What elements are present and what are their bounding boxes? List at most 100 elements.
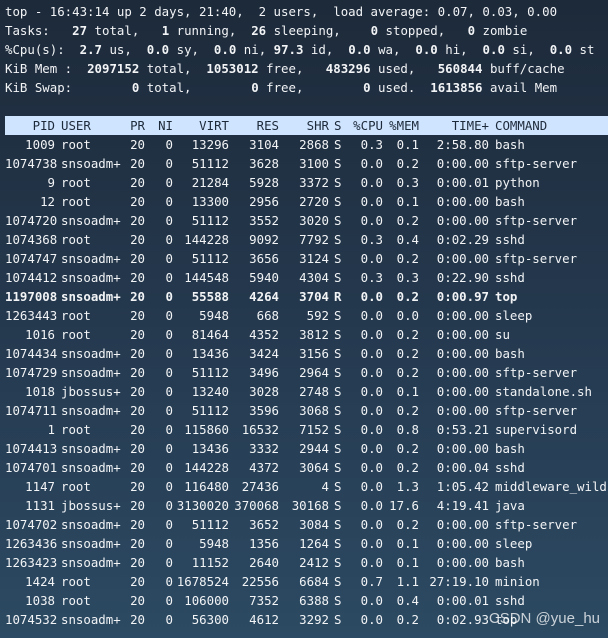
cell-mem: 0.2 <box>396 403 419 418</box>
cell-res: 22556 <box>241 574 279 589</box>
cell-res: 3028 <box>249 384 279 399</box>
cell-ni: 0 <box>165 612 173 627</box>
cell-shr: 3704 <box>299 289 329 304</box>
process-row[interactable]: 1074701 snsoadm+ 20 0 144228 4372 3064 S 0.0 0.2 0… <box>5 458 608 477</box>
process-row[interactable]: 1074702 snsoadm+ 20 0 51112 3652 3084 S 0.0 0.2 0:… <box>5 515 608 534</box>
cell-ni: 0 <box>165 251 173 266</box>
mem-total-value: 2097152 <box>87 61 140 76</box>
col-header-res[interactable]: RES <box>229 116 279 135</box>
cell-mem: 0.0 <box>396 308 419 323</box>
process-row[interactable]: 1074747 snsoadm+ 20 0 51112 3656 3124 S 0.0 0.2 0:… <box>5 249 608 268</box>
cpu-label: %Cpu(s): <box>5 42 65 57</box>
cell-mem: 0.2 <box>396 251 419 266</box>
tasks-zombie-value: 0 <box>467 23 476 38</box>
cell-pid: 1074412 <box>5 270 58 285</box>
cell-mem: 0.1 <box>396 194 419 209</box>
col-header-virt[interactable]: VIRT <box>173 116 229 135</box>
process-row[interactable]: 1074368 root 20 0 144228 9092 7792 S 0.3 0.4 0:02.… <box>5 230 608 249</box>
cell-time: 0:00.00 <box>436 327 489 342</box>
col-header-command[interactable]: COMMAND <box>495 116 547 135</box>
process-row[interactable]: 1074729 snsoadm+ 20 0 51112 3496 2964 S 0.0 0.2 0:… <box>5 363 608 382</box>
cell-pid: 1009 <box>25 137 55 152</box>
process-row[interactable]: 9 root 20 0 21284 5928 3372 S 0.0 0.3 0:00.01 pytho… <box>5 173 608 192</box>
cell-shr: 3124 <box>299 251 329 266</box>
col-header-pid[interactable]: PID <box>5 116 55 135</box>
cell-res: 4352 <box>249 327 279 342</box>
cell-mem: 0.1 <box>396 384 419 399</box>
process-row[interactable]: 1197008 snsoadm+ 20 0 55588 4264 3704 R 0.0 0.2 0:… <box>5 287 608 306</box>
cell-user: root <box>61 422 91 437</box>
mem-free-value: 1053012 <box>206 61 259 76</box>
cell-cpu: 0.0 <box>360 308 383 323</box>
process-table-header: PID USER PR NI VIRT RES SHR S %CPU %MEM … <box>5 116 608 135</box>
process-row[interactable]: 1263436 snsoadm+ 20 0 5948 1356 1264 S 0.0 0.1 0:0… <box>5 534 608 553</box>
process-row[interactable]: 1074413 snsoadm+ 20 0 13436 3332 2944 S 0.0 0.2 0:… <box>5 439 608 458</box>
cell-time: 0:00.00 <box>436 194 489 209</box>
cell-user: snsoadm+ <box>61 270 121 285</box>
process-row[interactable]: 1 root 20 0 115860 16532 7152 S 0.0 0.8 0:53.21 sup… <box>5 420 608 439</box>
cell-cpu: 0.0 <box>360 517 383 532</box>
cell-virt: 51112 <box>191 365 229 380</box>
cell-cpu: 0.0 <box>360 384 383 399</box>
mem-free-label: free, <box>258 61 304 76</box>
cell-res: 3596 <box>249 403 279 418</box>
process-row[interactable]: 12 root 20 0 13300 2956 2720 S 0.0 0.1 0:00.00 bash <box>5 192 608 211</box>
uptime-line: top - 16:43:14 up 2 days, 21:40, 2 users… <box>5 4 558 19</box>
process-row[interactable]: 1074720 snsoadm+ 20 0 51112 3552 3020 S 0.0 0.2 0:… <box>5 211 608 230</box>
cell-cpu: 0.0 <box>360 441 383 456</box>
process-row[interactable]: 1016 root 20 0 81464 4352 3812 S 0.0 0.2 0:00.00 su <box>5 325 608 344</box>
cell-user: root <box>61 194 91 209</box>
process-row[interactable]: 1263443 root 20 0 5948 668 592 S 0.0 0.0 0:00.00 sl… <box>5 306 608 325</box>
process-row[interactable]: 1074738 snsoadm+ 20 0 51112 3628 3100 S 0.0 0.2 0:… <box>5 154 608 173</box>
cell-cpu: 0.0 <box>360 555 383 570</box>
process-row[interactable]: 1038 root 20 0 106000 7352 6388 S 0.0 0.4 0:00.01 s… <box>5 591 608 610</box>
cell-pid: 1074368 <box>5 232 58 247</box>
tasks-sleeping-label: sleeping, <box>266 23 341 38</box>
cell-command: sftp-server <box>495 213 578 228</box>
cell-cpu: 0.3 <box>360 270 383 285</box>
swap-free-value: 0 <box>251 80 259 95</box>
cell-pr: 20 <box>130 517 145 532</box>
process-row[interactable]: 1074434 snsoadm+ 20 0 13436 3424 3156 S 0.0 0.2 0:… <box>5 344 608 363</box>
cell-command: sftp-server <box>495 365 578 380</box>
cell-time: 0:00.00 <box>436 156 489 171</box>
watermark: CSDN @yue_hu <box>488 610 600 627</box>
cell-virt: 13240 <box>191 384 229 399</box>
tasks-stopped-value: 0 <box>370 23 379 38</box>
cell-cpu: 0.0 <box>360 365 383 380</box>
cell-ni: 0 <box>165 289 173 304</box>
cell-cpu: 0.0 <box>360 213 383 228</box>
terminal-window[interactable]: top - 16:43:14 up 2 days, 21:40, 2 users… <box>0 0 608 638</box>
cpu-id-value: 97.3 <box>273 42 304 57</box>
col-header-shr[interactable]: SHR <box>279 116 329 135</box>
cell-ni: 0 <box>165 327 173 342</box>
cell-pr: 20 <box>130 574 145 589</box>
cell-ni: 0 <box>165 460 173 475</box>
cell-pr: 20 <box>130 194 145 209</box>
process-row[interactable]: 1074711 snsoadm+ 20 0 51112 3596 3068 S 0.0 0.2 0:… <box>5 401 608 420</box>
cell-res: 16532 <box>241 422 279 437</box>
col-header-user[interactable]: USER <box>61 116 91 135</box>
process-row[interactable]: 1074412 snsoadm+ 20 0 144548 5940 4304 S 0.3 0.3 0… <box>5 268 608 287</box>
tasks-total-value: 27 <box>72 23 88 38</box>
cell-res: 3332 <box>249 441 279 456</box>
cell-mem: 0.2 <box>396 517 419 532</box>
process-row[interactable]: 1009 root 20 0 13296 3104 2868 S 0.3 0.1 2:58.80 ba… <box>5 135 608 154</box>
cell-pr: 20 <box>130 612 145 627</box>
col-header-time[interactable]: TIME+ <box>419 116 489 135</box>
cell-time: 0:00.00 <box>436 555 489 570</box>
process-row[interactable]: 1018 jbossus+ 20 0 13240 3028 2748 S 0.0 0.1 0:00.… <box>5 382 608 401</box>
process-row[interactable]: 1147 root 20 0 116480 27436 4 S 0.0 1.3 1:05.42 mid… <box>5 477 608 496</box>
cell-time: 2:58.80 <box>436 137 489 152</box>
col-header-cpu[interactable]: %CPU <box>341 116 383 135</box>
swap-free-label: free, <box>258 80 304 95</box>
col-header-pr[interactable]: PR <box>120 116 145 135</box>
cell-command: java <box>495 498 525 513</box>
col-header-ni[interactable]: NI <box>151 116 173 135</box>
cell-time: 0:02.29 <box>436 232 489 247</box>
cell-time: 0:00.01 <box>436 593 489 608</box>
process-row[interactable]: 1263423 snsoadm+ 20 0 11152 2640 2412 S 0.0 0.1 0:… <box>5 553 608 572</box>
process-row[interactable]: 1424 root 20 0 1678524 22556 6684 S 0.7 1.1 27:19.… <box>5 572 608 591</box>
col-header-mem[interactable]: %MEM <box>383 116 419 135</box>
process-row[interactable]: 1131 jbossus+ 20 0 3130020 370068 30168 S 0.0 17.… <box>5 496 608 515</box>
